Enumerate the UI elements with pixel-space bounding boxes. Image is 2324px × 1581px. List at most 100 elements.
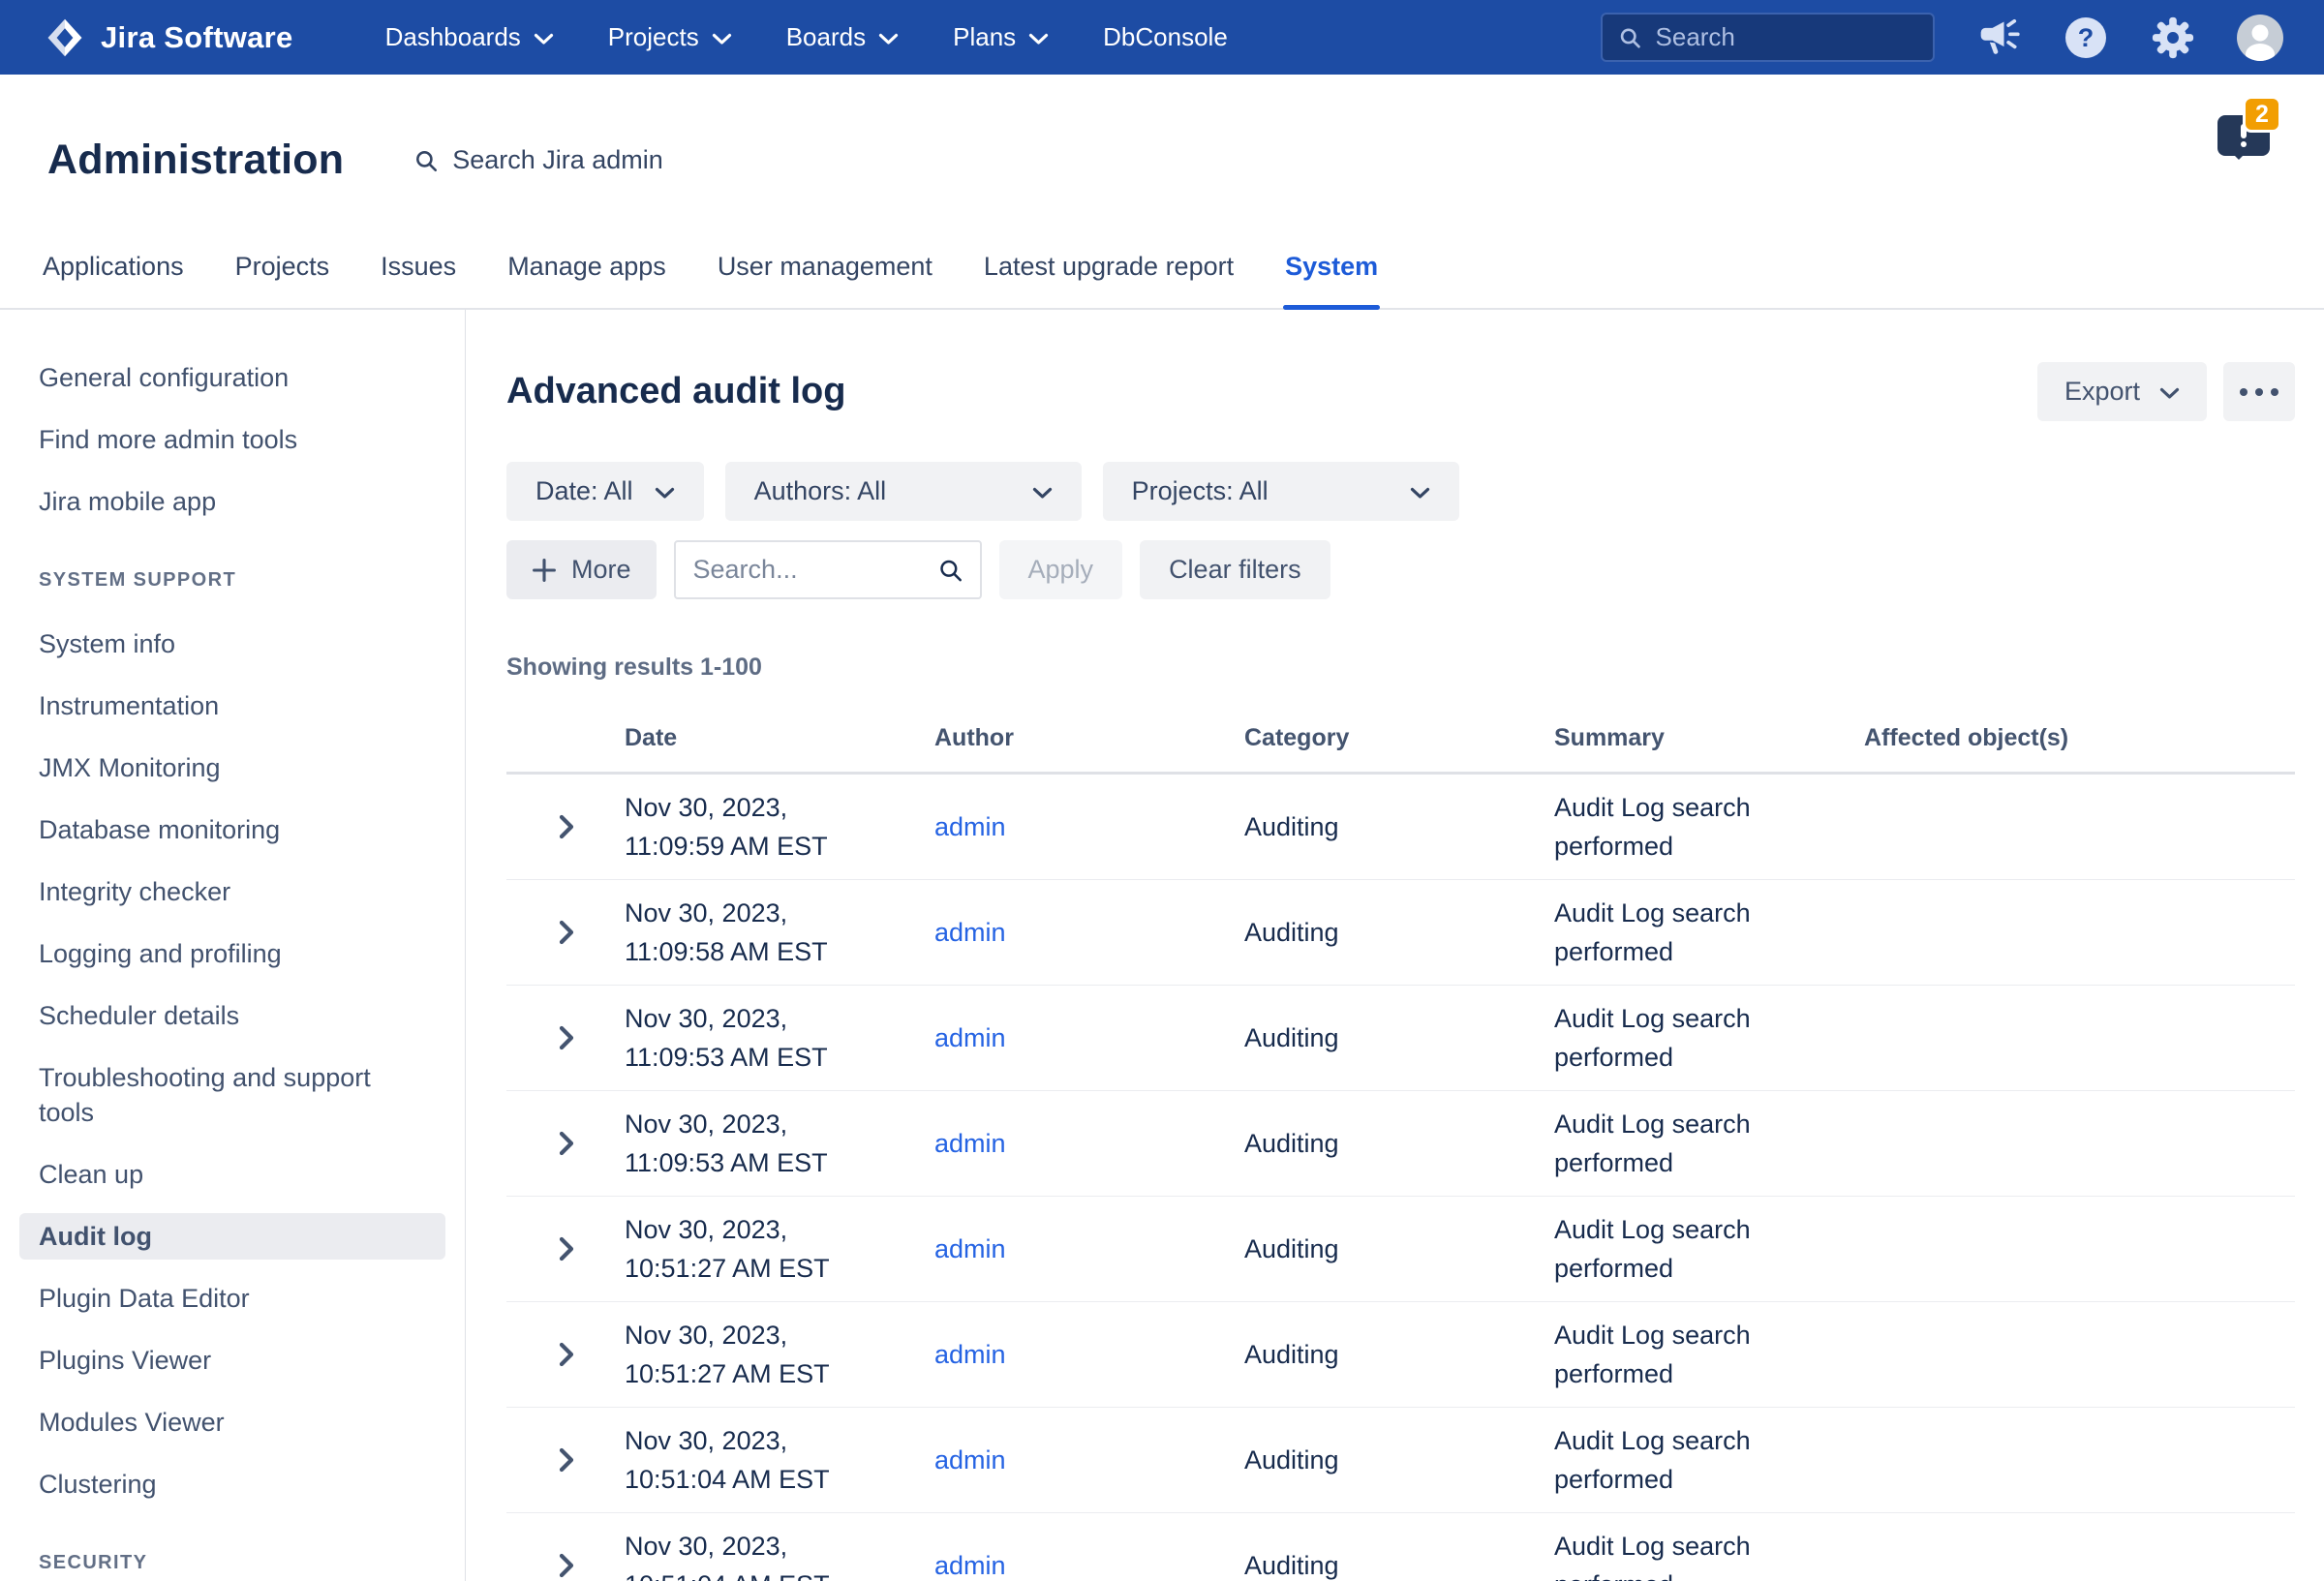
author-link[interactable]: admin <box>934 1551 1006 1580</box>
clear-filters-button[interactable]: Clear filters <box>1140 540 1330 599</box>
topnav-item-dbconsole[interactable]: DbConsole <box>1103 22 1228 52</box>
sidebar-item-label: Modules Viewer <box>39 1405 225 1440</box>
notifications-button[interactable]: 2 <box>2217 96 2278 162</box>
topnav-item-projects[interactable]: Projects <box>608 22 732 52</box>
export-label: Export <box>2064 377 2140 407</box>
author-cell: admin <box>934 913 1244 952</box>
sidebar-item-modules-viewer[interactable]: Modules Viewer <box>19 1399 445 1445</box>
global-search[interactable] <box>1601 13 1935 62</box>
user-avatar[interactable] <box>2237 15 2283 61</box>
sidebar-item-clean-up[interactable]: Clean up <box>19 1151 445 1198</box>
sidebar-item-scheduler-details[interactable]: Scheduler details <box>19 992 445 1039</box>
apply-button[interactable]: Apply <box>999 540 1123 599</box>
author-link[interactable]: admin <box>934 1234 1006 1263</box>
more-options-button[interactable] <box>2223 362 2295 421</box>
audit-search[interactable] <box>674 540 982 599</box>
expand-row-button[interactable] <box>547 1019 586 1057</box>
filter-projects-all[interactable]: Projects: All <box>1103 462 1459 521</box>
category-cell: Auditing <box>1244 807 1554 846</box>
global-search-input[interactable] <box>1656 22 1917 52</box>
expand-cell <box>506 1124 625 1163</box>
author-link[interactable]: admin <box>934 1023 1006 1052</box>
sidebar-item-find-more-admin-tools[interactable]: Find more admin tools <box>19 416 445 463</box>
filter-date-all[interactable]: Date: All <box>506 462 704 521</box>
summary-cell: Audit Log search performed <box>1554 1316 1864 1393</box>
author-link[interactable]: admin <box>934 1129 1006 1158</box>
expand-row-button[interactable] <box>547 1441 586 1479</box>
time-text: 10:51:04 AM EST <box>625 1566 876 1581</box>
author-link[interactable]: admin <box>934 918 1006 947</box>
topnav-item-dashboards[interactable]: Dashboards <box>385 22 554 52</box>
announcements-button[interactable] <box>1975 15 2022 61</box>
settings-button[interactable] <box>2150 15 2196 61</box>
admin-header: Administration Search Jira admin 2 <box>0 75 2324 198</box>
filter-authors-all[interactable]: Authors: All <box>725 462 1082 521</box>
sidebar-item-label: Logging and profiling <box>39 936 282 971</box>
author-link[interactable]: admin <box>934 1445 1006 1475</box>
date-text: Nov 30, 2023, <box>625 1105 876 1143</box>
search-icon[interactable] <box>937 556 963 585</box>
expand-cell <box>506 1441 625 1479</box>
category-cell: Auditing <box>1244 1335 1554 1374</box>
filter-label: Date: All <box>535 476 633 506</box>
search-icon <box>413 148 439 173</box>
author-link[interactable]: admin <box>934 1340 1006 1369</box>
more-filters-button[interactable]: More <box>506 540 657 599</box>
chevron-down-icon <box>655 487 675 500</box>
tab-projects[interactable]: Projects <box>233 238 332 308</box>
tab-latest-upgrade-report[interactable]: Latest upgrade report <box>982 238 1236 308</box>
author-cell: admin <box>934 1335 1244 1374</box>
sidebar-item-jira-mobile-app[interactable]: Jira mobile app <box>19 478 445 525</box>
topnav-item-label: Plans <box>953 22 1016 52</box>
topnav-item-plans[interactable]: Plans <box>953 22 1049 52</box>
sidebar-item-database-monitoring[interactable]: Database monitoring <box>19 806 445 853</box>
megaphone-icon <box>1977 16 2020 59</box>
sidebar-item-clustering[interactable]: Clustering <box>19 1461 445 1507</box>
summary-text: Audit Log search performed <box>1554 1426 1751 1494</box>
export-button[interactable]: Export <box>2037 362 2207 421</box>
expand-row-button[interactable] <box>547 1124 586 1163</box>
expand-cell <box>506 1230 625 1268</box>
tab-manage-apps[interactable]: Manage apps <box>505 238 668 308</box>
sidebar-item-audit-log[interactable]: Audit log <box>19 1213 445 1260</box>
tab-system[interactable]: System <box>1283 238 1380 308</box>
category-cell: Auditing <box>1244 1230 1554 1268</box>
chevron-down-icon <box>1028 33 1049 46</box>
sidebar-item-instrumentation[interactable]: Instrumentation <box>19 683 445 729</box>
sidebar-item-integrity-checker[interactable]: Integrity checker <box>19 868 445 915</box>
search-icon <box>1618 24 1642 51</box>
expand-row-button[interactable] <box>547 807 586 846</box>
chevron-right-icon <box>558 1024 575 1051</box>
audit-search-input[interactable] <box>693 555 938 585</box>
expand-row-button[interactable] <box>547 1335 586 1374</box>
sidebar-item-troubleshooting-and-support-tools[interactable]: Troubleshooting and support tools <box>19 1054 445 1136</box>
sidebar-item-logging-and-profiling[interactable]: Logging and profiling <box>19 930 445 977</box>
search-jira-admin-button[interactable]: Search Jira admin <box>413 145 663 175</box>
expand-row-button[interactable] <box>547 1546 586 1581</box>
author-link[interactable]: admin <box>934 812 1006 841</box>
jira-logo[interactable]: Jira Software <box>45 17 293 58</box>
chevron-right-icon <box>558 1446 575 1474</box>
tab-issues[interactable]: Issues <box>379 238 458 308</box>
table-row: Nov 30, 2023,10:51:27 AM ESTadminAuditin… <box>506 1302 2295 1408</box>
sidebar-item-jmx-monitoring[interactable]: JMX Monitoring <box>19 745 445 791</box>
sidebar-item-plugin-data-editor[interactable]: Plugin Data Editor <box>19 1275 445 1322</box>
category-cell: Auditing <box>1244 1441 1554 1479</box>
sidebar: General configuration Find more admin too… <box>0 310 466 1581</box>
author-cell: admin <box>934 1441 1244 1479</box>
expand-row-button[interactable] <box>547 913 586 952</box>
chevron-right-icon <box>558 1552 575 1579</box>
category-cell: Auditing <box>1244 1546 1554 1581</box>
chevron-right-icon <box>558 813 575 840</box>
sidebar-item-system-info[interactable]: System info <box>19 621 445 667</box>
column-header-summary: Summary <box>1554 711 1864 772</box>
author-cell: admin <box>934 807 1244 846</box>
sidebar-item-general-configuration[interactable]: General configuration <box>19 354 445 401</box>
tab-applications[interactable]: Applications <box>41 238 186 308</box>
expand-row-button[interactable] <box>547 1230 586 1268</box>
sidebar-item-plugins-viewer[interactable]: Plugins Viewer <box>19 1337 445 1383</box>
tab-user-management[interactable]: User management <box>716 238 934 308</box>
sidebar-section-header: SECURITY <box>19 1552 445 1574</box>
topnav-item-boards[interactable]: Boards <box>786 22 899 52</box>
help-button[interactable]: ? <box>2063 15 2109 61</box>
